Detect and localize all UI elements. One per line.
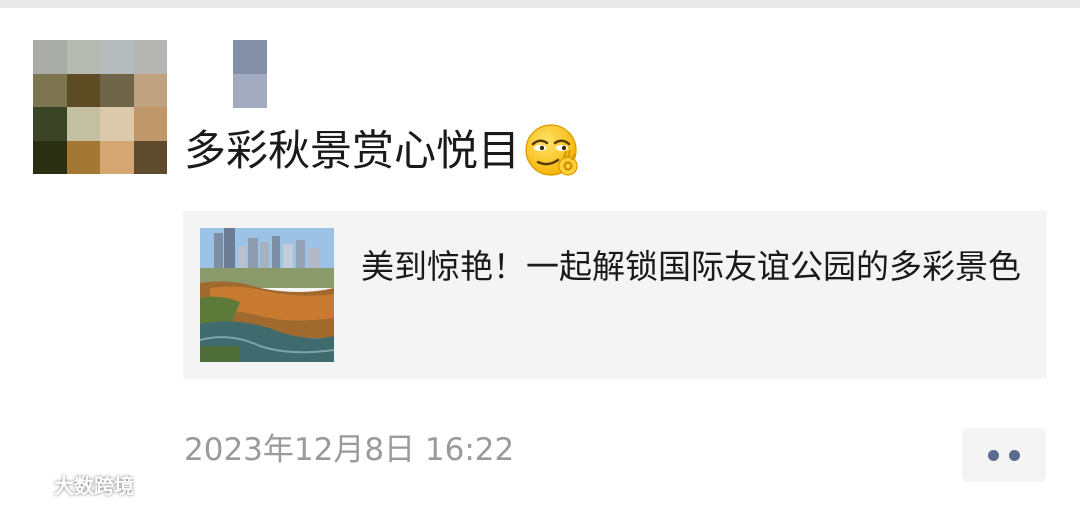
top-separator	[0, 0, 1080, 8]
avatar-pixel	[66, 40, 100, 74]
nickname-pixel	[233, 40, 267, 74]
avatar-pixel	[133, 73, 167, 107]
shared-article-card[interactable]: 美到惊艳！一起解锁国际友谊公园的多彩景色	[183, 211, 1047, 379]
nickname-pixel	[233, 74, 267, 108]
avatar-pixel	[133, 107, 167, 141]
avatar-pixel	[66, 107, 100, 141]
avatar-pixel	[33, 140, 67, 174]
avatar-pixel	[100, 40, 134, 74]
avatar-pixel	[33, 73, 67, 107]
post-text: 多彩秋景赏心悦目	[184, 126, 521, 175]
avatar-pixel	[100, 140, 134, 174]
nickname-blurred[interactable]	[233, 40, 267, 108]
article-thumbnail	[200, 228, 334, 362]
avatar-pixel	[100, 73, 134, 107]
watermark-text: 大数跨境	[54, 474, 134, 498]
more-dots-icon	[988, 449, 999, 461]
avatar-pixel	[66, 73, 100, 107]
avatar-pixel	[133, 140, 167, 174]
avatar-pixel	[33, 40, 67, 74]
watermark: 大数跨境	[8, 470, 134, 499]
avatar[interactable]	[33, 40, 167, 174]
post-content: 多彩秋景赏心悦目	[184, 122, 582, 180]
more-options-button[interactable]	[962, 428, 1046, 482]
avatar-pixel	[33, 107, 67, 141]
article-title[interactable]: 美到惊艳！一起解锁国际友谊公园的多彩景色	[361, 241, 1031, 293]
avatar-pixel	[100, 107, 134, 141]
watermark-logo-icon	[8, 476, 54, 493]
post-timestamp: 2023年12月8日 16:22	[184, 432, 515, 468]
avatar-pixel	[66, 140, 100, 174]
avatar-pixel	[133, 40, 167, 74]
more-dots-icon	[1009, 449, 1020, 461]
smirk-emoji-icon	[524, 122, 582, 180]
